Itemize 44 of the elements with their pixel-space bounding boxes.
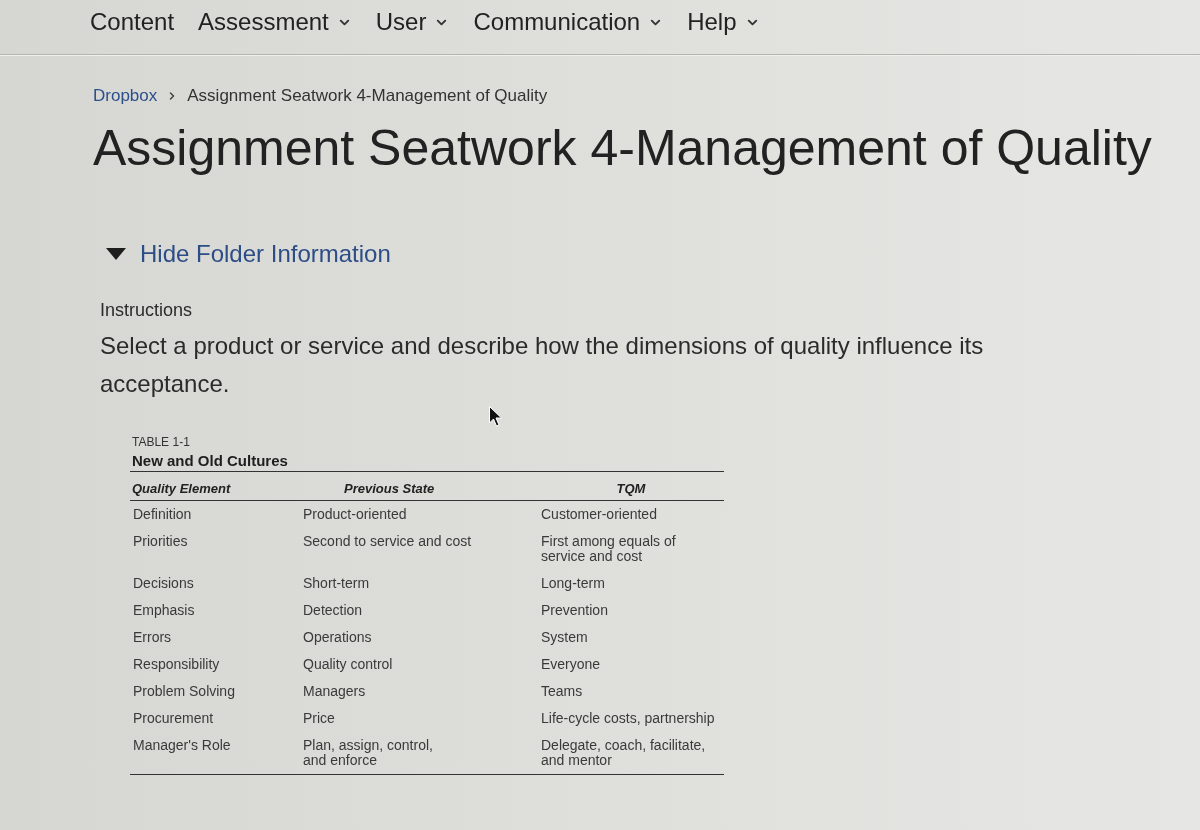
previous-state-cell-text: Quality control [302, 655, 394, 674]
tqm-cell-text: First among equals of service and cost [540, 532, 677, 566]
previous-state-cell-text: Second to service and cost [302, 532, 473, 551]
tqm-cell-text: Everyone [540, 655, 602, 674]
previous-state-cell-text: Operations [302, 628, 373, 647]
instructions-text: Select a product or service and describe how the dimensions of quality influence its acceptance. [100, 331, 985, 399]
quality-element-cell-text: Responsibility [132, 655, 221, 674]
previous-state-cell: Product-oriented [300, 500, 538, 528]
breadcrumb-link[interactable]: Dropbox [93, 86, 158, 106]
nav-menu-item[interactable]: Communication [471, 7, 666, 37]
nav-menu-item[interactable]: Assessment [196, 7, 354, 37]
previous-state-cell-text: Short-term [302, 574, 371, 593]
breadcrumb-current: Assignment Seatwork 4-Management of Quality [187, 86, 548, 106]
column-header: TQM [538, 472, 724, 501]
tqm-cell: Customer-oriented [538, 500, 724, 528]
quality-element-cell-text: Decisions [132, 574, 195, 593]
previous-state-cell: Plan, assign, control, and enforce [300, 732, 538, 775]
tqm-cell-text: Teams [540, 682, 584, 701]
instructions-heading: Instructions [100, 299, 193, 321]
previous-state-cell-text: Managers [302, 682, 367, 701]
quality-element-cell-text: Emphasis [132, 601, 196, 620]
tqm-cell-text: System [540, 628, 589, 647]
table-number: TABLE 1-1 [131, 435, 191, 449]
mouse-cursor-icon [489, 406, 502, 427]
quality-element-cell: Manager's Role [130, 732, 300, 775]
previous-state-cell-text: Price [302, 709, 336, 728]
quality-element-cell-text: Priorities [132, 532, 189, 551]
quality-element-cell-text: Problem Solving [132, 682, 236, 701]
previous-state-cell-text: Detection [302, 601, 364, 620]
nav-menu-item[interactable]: Content [88, 7, 177, 37]
table-title: New and Old Cultures [130, 452, 724, 472]
tqm-cell: Delegate, coach, facilitate, and mentor [538, 732, 724, 775]
column-header: Quality Element [130, 472, 300, 501]
tqm-cell-text: Long-term [540, 574, 606, 593]
page-title: Assignment Seatwork 4-Management of Quality [93, 120, 1152, 176]
hide-folder-information-toggle[interactable]: Hide Folder Information [106, 239, 391, 269]
tqm-cell-text: Prevention [540, 601, 609, 620]
column-header: Previous State [300, 472, 538, 501]
quality-element-cell: Definition [130, 500, 300, 528]
quality-element-cell-text: Errors [132, 628, 173, 647]
nav-menu-item[interactable]: Help [685, 7, 762, 37]
quality-element-cell-text: Procurement [132, 709, 215, 728]
tqm-cell-text: Life-cycle costs, partnership [540, 709, 716, 728]
nav-menu-item[interactable]: User [373, 7, 452, 37]
